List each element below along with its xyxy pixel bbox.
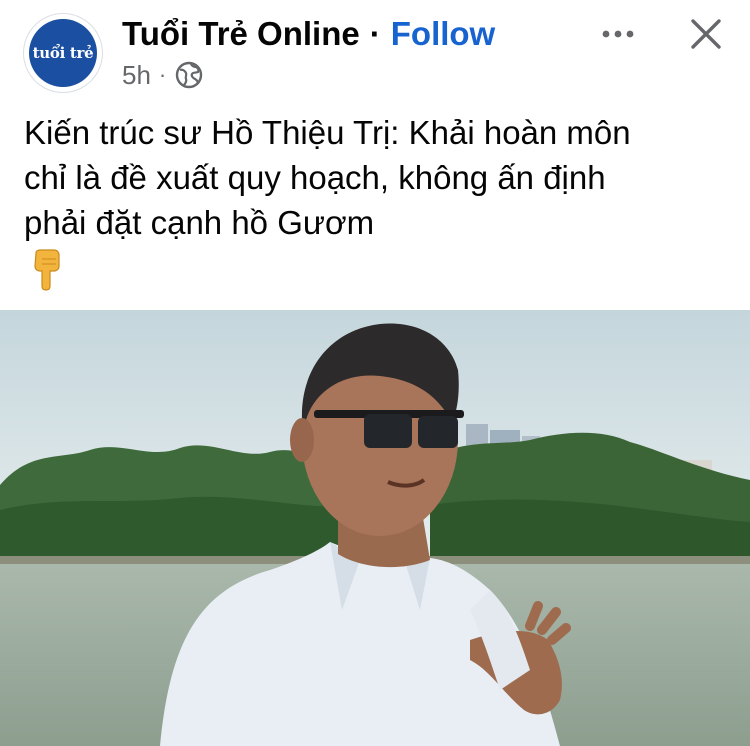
meta-separator: · (158, 62, 167, 87)
title-separator: · (369, 15, 381, 52)
avatar-logo-text: tuổi trẻ (32, 44, 94, 62)
close-icon[interactable] (688, 16, 724, 52)
post-header: tuổi trẻ Tuổi Trẻ Online · Follow 5h · (0, 0, 750, 100)
post-meta: 5h · (122, 58, 204, 92)
more-options-icon[interactable] (598, 22, 638, 46)
caption-line-3: phải đặt cạnh hồ Gươm (24, 204, 375, 241)
page-avatar[interactable]: tuổi trẻ (24, 14, 102, 92)
facebook-post: tuổi trẻ Tuổi Trẻ Online · Follow 5h · K… (0, 0, 750, 746)
caption-line-2: chỉ là đề xuất quy hoạch, không ấn định (24, 159, 606, 196)
post-title-line: Tuổi Trẻ Online · Follow (122, 12, 495, 56)
globe-icon[interactable] (174, 60, 204, 90)
post-caption: Kiến trúc sư Hồ Thiệu Trị: Khải hoàn môn… (24, 110, 724, 245)
avatar-logo: tuổi trẻ (29, 19, 97, 87)
post-photo[interactable] (0, 310, 750, 746)
post-timestamp[interactable]: 5h (122, 60, 151, 91)
page-name-link[interactable]: Tuổi Trẻ Online (122, 15, 360, 53)
backhand-index-pointing-down-icon (34, 249, 60, 291)
follow-button[interactable]: Follow (391, 15, 495, 53)
man-with-sunglasses-by-lake-photo (0, 310, 750, 746)
caption-line-1: Kiến trúc sư Hồ Thiệu Trị: Khải hoàn môn (24, 114, 631, 151)
